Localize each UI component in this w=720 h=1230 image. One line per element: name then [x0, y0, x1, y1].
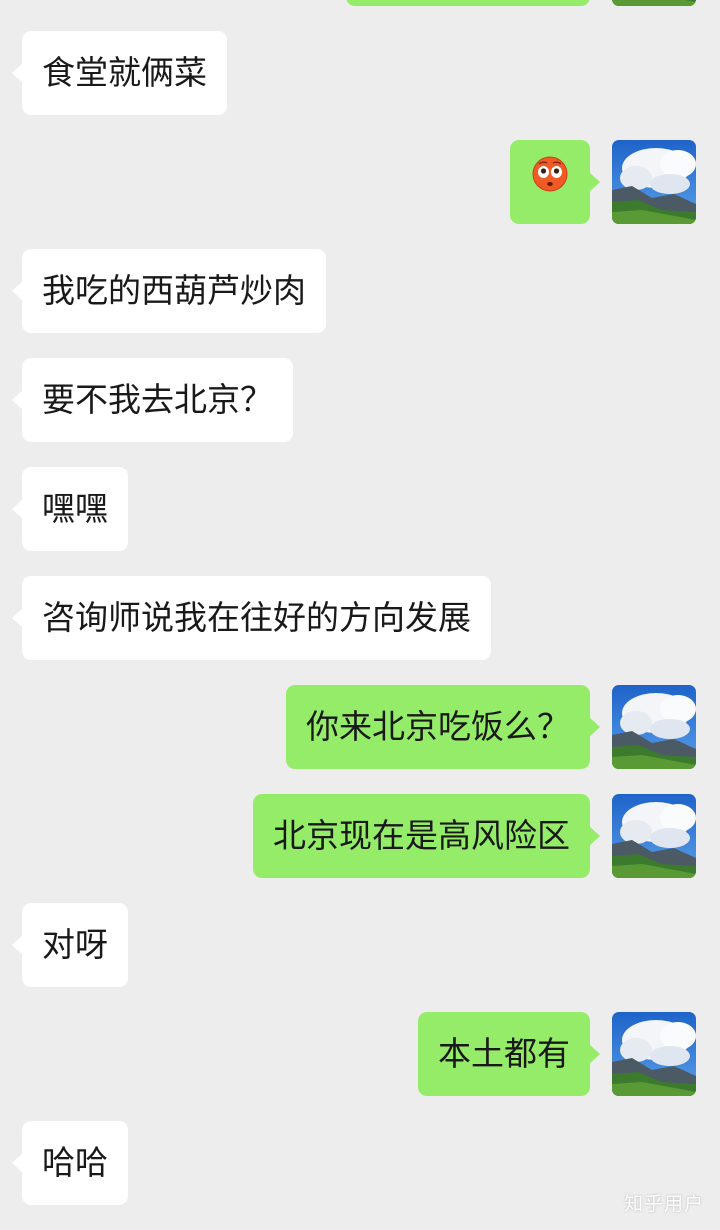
message-bubble-outgoing[interactable]: 本土都有 — [418, 1012, 600, 1096]
watermark: 知乎用户 — [623, 1193, 704, 1215]
message-bubble-incoming[interactable]: 哈哈 — [12, 1121, 128, 1205]
avatar[interactable] — [612, 685, 696, 769]
message-bubble-incoming[interactable]: 食堂就俩菜 — [12, 31, 227, 115]
message-bubble-outgoing[interactable] — [510, 140, 600, 224]
message-bubble-incoming[interactable]: 对呀 — [12, 903, 128, 987]
message-bubble-incoming[interactable]: 要不我去北京？ — [12, 358, 293, 442]
avatar[interactable] — [612, 140, 696, 224]
flushed-face-icon — [531, 140, 569, 224]
message-bubble-outgoing[interactable]: 北京现在是高风险区 — [253, 794, 600, 878]
message-bubble-incoming[interactable]: 嘿嘿 — [12, 467, 128, 551]
message-bubble-outgoing[interactable]: 你来北京吃饭么？ — [286, 685, 600, 769]
avatar[interactable] — [612, 0, 696, 6]
avatar[interactable] — [612, 794, 696, 878]
message-bubble-incoming[interactable]: 我吃的西葫芦炒肉 — [12, 249, 326, 333]
avatar[interactable] — [612, 1012, 696, 1096]
message-bubble-incoming[interactable]: 咨询师说我在往好的方向发展 — [12, 576, 491, 660]
message-bubble-outgoing[interactable] — [346, 0, 590, 6]
